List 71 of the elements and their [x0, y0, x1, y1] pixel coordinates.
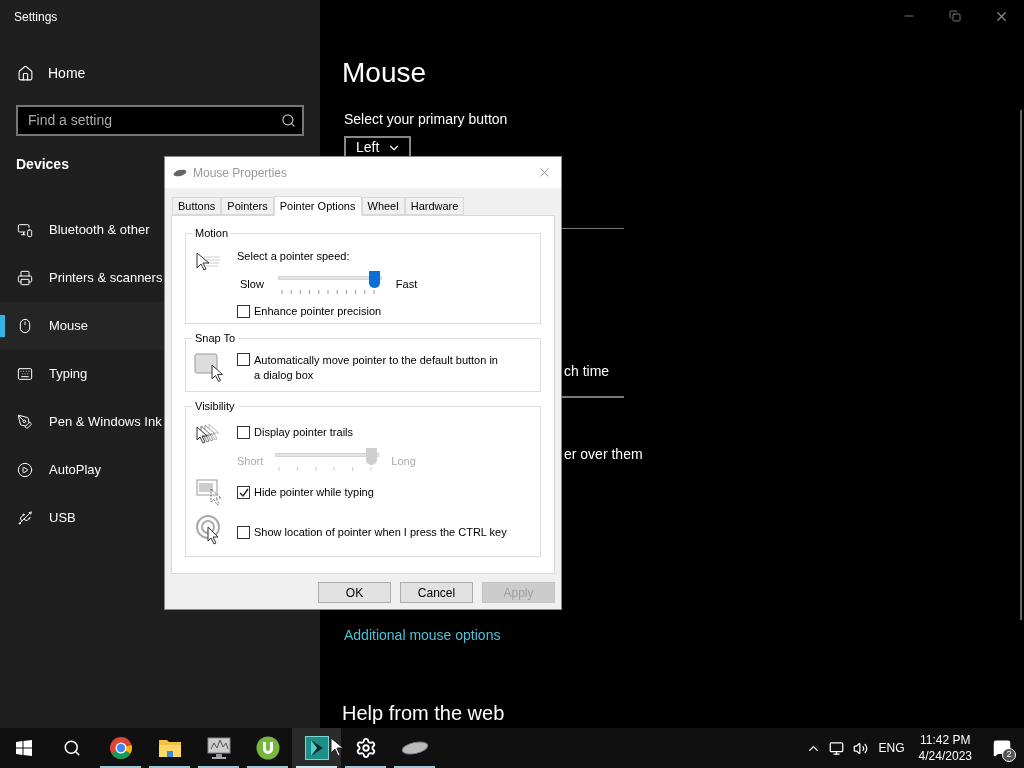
search-icon	[281, 113, 296, 128]
section-heading: Devices	[16, 155, 69, 174]
chrome-icon	[108, 736, 133, 760]
slider-min-label: Short	[237, 454, 264, 469]
folder-icon	[157, 737, 182, 759]
checkbox[interactable]	[237, 526, 250, 539]
search-icon	[63, 739, 81, 757]
search-field[interactable]: Find a setting	[16, 105, 304, 136]
window-title: Settings	[14, 9, 58, 26]
printer-icon	[17, 270, 33, 286]
selection-bar	[0, 315, 5, 337]
group-legend: Visibility	[192, 399, 238, 413]
page-heading: Mouse	[342, 56, 428, 90]
search-input[interactable]: Find a setting	[28, 110, 281, 131]
group-legend: Snap To	[192, 331, 239, 345]
running-indicator	[345, 766, 386, 768]
play-icon	[17, 462, 33, 478]
dialog-title: Mouse Properties	[193, 164, 289, 182]
checkbox[interactable]	[237, 426, 250, 439]
mouse-icon	[400, 741, 429, 755]
tab[interactable]: Hardware	[404, 197, 465, 215]
pen-icon	[17, 414, 33, 430]
notifications-button[interactable]: 2	[980, 728, 1024, 768]
setting-label: ch time	[564, 362, 611, 382]
windows-icon	[16, 740, 32, 756]
tab[interactable]: Pointer Options	[273, 196, 362, 216]
tab[interactable]: Wheel	[361, 197, 405, 215]
home-icon	[17, 64, 34, 82]
additional-options-link[interactable]: Additional mouse options	[344, 625, 501, 646]
running-indicator	[198, 766, 239, 768]
slider-min-label: Slow	[240, 277, 264, 292]
settings-icon	[354, 737, 377, 759]
slider-max-label: Fast	[395, 277, 418, 292]
volume-icon	[853, 740, 869, 756]
check-icon	[238, 487, 249, 498]
checkbox[interactable]	[237, 305, 250, 318]
snap-pointer-icon	[194, 353, 226, 385]
network-icon	[829, 740, 845, 756]
running-indicator	[296, 766, 337, 768]
utorrent-icon	[255, 736, 280, 760]
clock-button[interactable]: 11:42 PM 4/24/2023	[910, 728, 980, 768]
slider-thumb[interactable]	[368, 271, 380, 288]
mouse-pointer-icon	[330, 737, 344, 757]
checkbox[interactable]	[237, 353, 250, 366]
running-indicator	[100, 766, 141, 768]
usb-icon	[17, 510, 33, 526]
setting-label: Select your primary button	[344, 110, 509, 129]
nav-item[interactable]: Home	[0, 49, 320, 97]
monitor-icon	[205, 736, 232, 760]
taskbar-app[interactable]	[292, 728, 341, 768]
keyboard-icon	[17, 366, 33, 382]
checkbox[interactable]	[237, 486, 250, 499]
dialog-button[interactable]: OK	[318, 582, 391, 603]
tab[interactable]: Buttons	[172, 197, 222, 215]
slider-max-label: Long	[391, 454, 416, 469]
running-indicator	[394, 766, 435, 768]
group-legend: Motion	[192, 226, 232, 240]
devices-icon	[17, 222, 33, 238]
dialog-button[interactable]: Cancel	[400, 582, 473, 603]
running-indicator	[247, 766, 288, 768]
section-heading: Help from the web	[342, 701, 506, 726]
notification-count: 2	[1002, 748, 1016, 762]
setting-label: er over them	[564, 445, 644, 464]
language-button[interactable]: ENG	[872, 728, 911, 768]
running-indicator	[149, 766, 190, 768]
hidden-pointer-icon	[196, 479, 224, 507]
tab[interactable]: Pointers	[221, 197, 274, 215]
restore-icon	[949, 10, 961, 22]
video-editor-icon	[304, 736, 329, 760]
mouse-icon	[17, 318, 33, 334]
mouse-icon	[173, 168, 187, 177]
